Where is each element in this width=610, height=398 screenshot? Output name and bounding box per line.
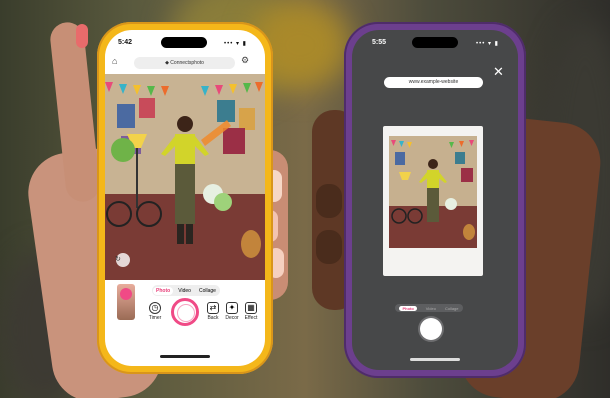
caption-pill[interactable]: www.example-website [384, 77, 483, 88]
home-indicator [160, 355, 210, 358]
status-icons: ••• ▾ ▮ [476, 41, 499, 47]
status-time: 5:55 [372, 39, 387, 46]
close-icon[interactable]: ✕ [493, 64, 504, 80]
dynamic-island [161, 37, 207, 48]
decor-button[interactable]: ✦ Decor [224, 302, 240, 321]
polaroid-photo [389, 136, 477, 248]
polaroid-scene [389, 136, 477, 248]
status-time: 5:42 [118, 39, 133, 46]
mode-photo[interactable]: Photo [153, 286, 174, 295]
mode-video[interactable]: Video [426, 306, 436, 311]
shutter-button[interactable] [171, 298, 199, 326]
camera-viewfinder[interactable] [105, 74, 265, 280]
effect-button[interactable]: ▦ Effect [243, 302, 259, 321]
finger [316, 184, 342, 218]
house-icon[interactable]: ⌂ [112, 56, 117, 66]
flip-camera-icon: ⇄ [207, 302, 219, 314]
decor-icon: ✦ [226, 302, 238, 314]
timer-label: Timer [148, 315, 162, 321]
home-indicator [410, 358, 460, 361]
status-icons: ••• ▾ ▮ [224, 41, 247, 47]
effect-icon: ▦ [245, 302, 257, 314]
mode-collage[interactable]: Collage [196, 287, 219, 295]
flip-camera-label: Back [207, 315, 219, 321]
camera-mode-switch[interactable]: Photo Video Collage [152, 285, 220, 296]
effect-label: Effect [244, 315, 258, 321]
gear-icon[interactable]: ⚙ [241, 55, 249, 66]
camera-mode-switch[interactable]: Photo Video Collage [395, 304, 463, 312]
gallery-badge [120, 288, 132, 300]
shutter-button[interactable] [420, 318, 442, 340]
flip-camera-button[interactable]: ⇄ Back [205, 302, 221, 321]
decor-label: Decor [225, 315, 239, 321]
camera-scene [105, 74, 265, 280]
mode-photo[interactable]: Photo [399, 305, 417, 311]
rotate-icon[interactable]: ↻ [115, 255, 121, 263]
mode-collage[interactable]: Collage [445, 306, 459, 311]
finger [316, 230, 342, 264]
mode-video[interactable]: Video [175, 287, 194, 295]
timer-button[interactable]: ◷ Timer [145, 302, 165, 321]
nail-art [76, 24, 88, 48]
timer-icon: ◷ [149, 302, 161, 314]
dynamic-island [412, 37, 458, 48]
url-bar[interactable]: ◆ Connectsphoto [134, 57, 235, 69]
